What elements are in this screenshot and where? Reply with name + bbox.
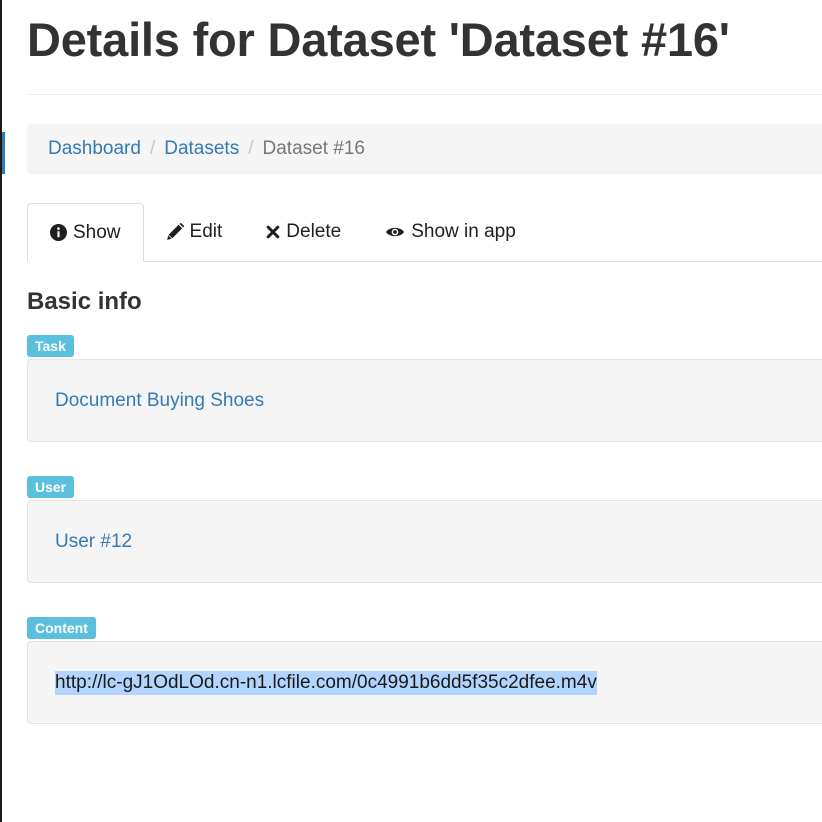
breadcrumb-current: Dataset #16 (262, 138, 365, 159)
user-label-badge: User (27, 476, 75, 498)
content-label-badge: Content (27, 617, 96, 639)
task-link[interactable]: Document Buying Shoes (55, 390, 264, 412)
task-field: Document Buying Shoes (27, 359, 822, 442)
breadcrumb-separator: / (248, 138, 254, 159)
content-url-text[interactable]: http://lc-gJ1OdLOd.cn-n1.lcfile.com/0c49… (55, 670, 597, 695)
user-field: User #12 (27, 500, 822, 583)
user-link[interactable]: User #12 (55, 531, 132, 553)
breadcrumb: Dashboard / Datasets / Dataset #16 (27, 124, 822, 174)
tab-edit[interactable]: Edit (144, 203, 245, 260)
tab-edit-label: Edit (189, 220, 223, 242)
action-tabs: Show Edit Delete Show in app (27, 203, 822, 262)
section-title: Basic info (27, 288, 142, 315)
tab-show-in-app-label: Show in app (411, 220, 516, 242)
tab-show-label: Show (73, 221, 121, 243)
info-circle-icon (50, 224, 67, 241)
page-frame: Details for Dataset 'Dataset #16' Dashbo… (0, 0, 822, 822)
times-icon (266, 225, 280, 239)
title-divider (27, 94, 822, 95)
tab-delete-label: Delete (286, 220, 342, 242)
tab-show-in-app[interactable]: Show in app (363, 203, 538, 260)
eye-icon (385, 225, 405, 239)
breadcrumb-datasets[interactable]: Datasets (164, 138, 239, 160)
pencil-icon (166, 222, 184, 241)
task-label-badge: Task (27, 335, 74, 357)
content-field: http://lc-gJ1OdLOd.cn-n1.lcfile.com/0c49… (27, 641, 822, 724)
left-edge-accent (2, 132, 5, 174)
tab-show[interactable]: Show (27, 203, 144, 262)
breadcrumb-separator: / (149, 138, 156, 159)
tab-delete[interactable]: Delete (244, 203, 363, 260)
page-title: Details for Dataset 'Dataset #16' (27, 13, 730, 66)
breadcrumb-dashboard[interactable]: Dashboard (48, 138, 141, 160)
